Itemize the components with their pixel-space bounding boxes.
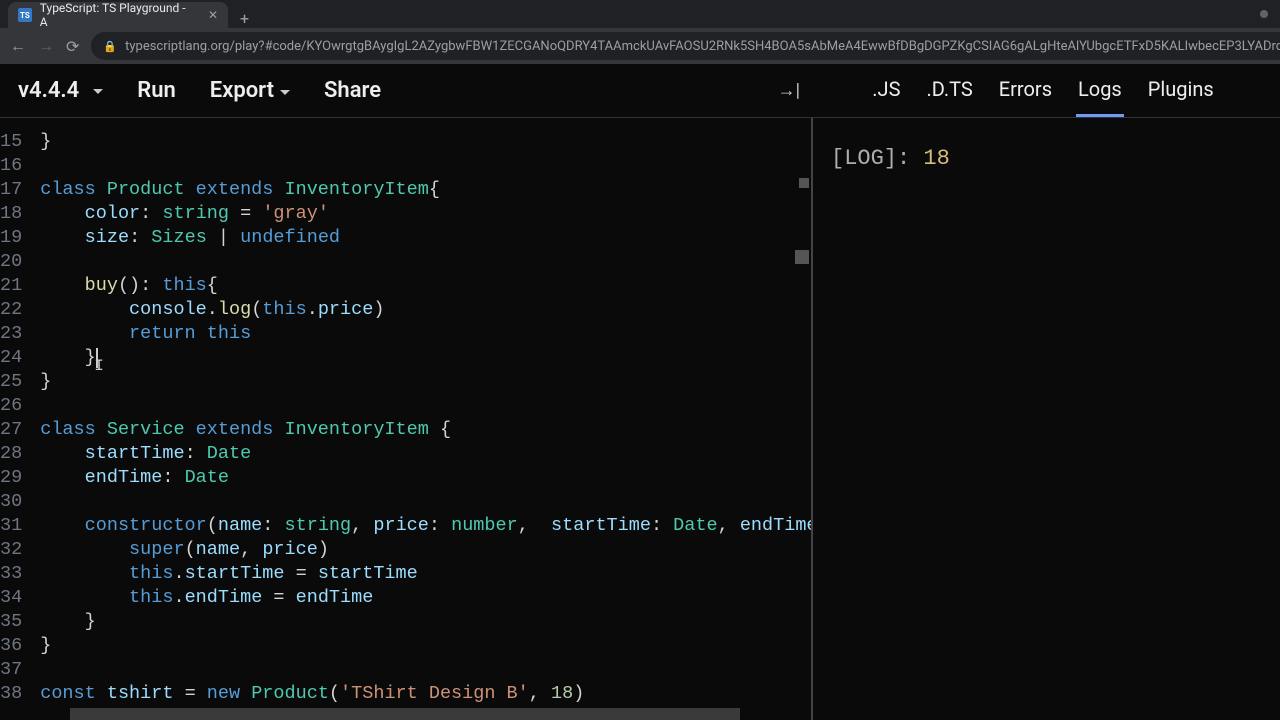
ts-favicon: TS bbox=[18, 8, 32, 22]
log-prefix: [LOG]: bbox=[831, 146, 923, 171]
export-button[interactable]: Export bbox=[210, 78, 290, 103]
window-control-icon[interactable] bbox=[1260, 10, 1268, 18]
tab-errors[interactable]: Errors bbox=[997, 64, 1054, 117]
tab-js[interactable]: .JS bbox=[870, 64, 902, 117]
version-selector[interactable]: v4.4.4 bbox=[18, 78, 103, 103]
browser-tab[interactable]: TS TypeScript: TS Playground - A ✕ bbox=[8, 2, 228, 28]
output-panel: [LOG]: 18 bbox=[813, 118, 1280, 720]
playground-toolbar: v4.4.4 Run Export Share →| .JS .D.TS Err… bbox=[0, 64, 1280, 118]
url-text: typescriptlang.org/play?#code/KYOwrgtgBA… bbox=[125, 39, 1280, 54]
code-content[interactable]: }class Product extends InventoryItem{ co… bbox=[40, 118, 813, 720]
new-tab-button[interactable]: + bbox=[228, 9, 261, 28]
share-button[interactable]: Share bbox=[324, 78, 381, 103]
reload-icon[interactable]: ⟳ bbox=[66, 37, 79, 56]
lock-icon: 🔒 bbox=[103, 40, 117, 53]
horizontal-scrollbar[interactable] bbox=[70, 708, 740, 720]
tab-plugins[interactable]: Plugins bbox=[1146, 64, 1216, 117]
tab-title: TypeScript: TS Playground - A bbox=[40, 1, 194, 29]
tab-dts[interactable]: .D.TS bbox=[924, 64, 974, 117]
log-value: 18 bbox=[923, 146, 949, 171]
run-button[interactable]: Run bbox=[137, 78, 176, 103]
close-icon[interactable]: ✕ bbox=[208, 8, 218, 22]
browser-tabstrip: TS TypeScript: TS Playground - A ✕ + bbox=[0, 0, 1280, 28]
back-icon[interactable]: ← bbox=[10, 36, 26, 56]
tab-logs[interactable]: Logs bbox=[1076, 64, 1124, 117]
minimap-marker bbox=[799, 178, 809, 188]
code-editor[interactable]: 1516171819202122232425262728293031323334… bbox=[0, 118, 813, 720]
collapse-icon[interactable]: →| bbox=[778, 80, 808, 101]
line-gutter: 1516171819202122232425262728293031323334… bbox=[0, 118, 40, 720]
forward-icon: → bbox=[38, 36, 54, 56]
minimap-marker bbox=[795, 250, 809, 264]
url-bar[interactable]: 🔒 typescriptlang.org/play?#code/KYOwrgtg… bbox=[91, 32, 1280, 60]
browser-toolbar: ← → ⟳ 🔒 typescriptlang.org/play?#code/KY… bbox=[0, 28, 1280, 64]
